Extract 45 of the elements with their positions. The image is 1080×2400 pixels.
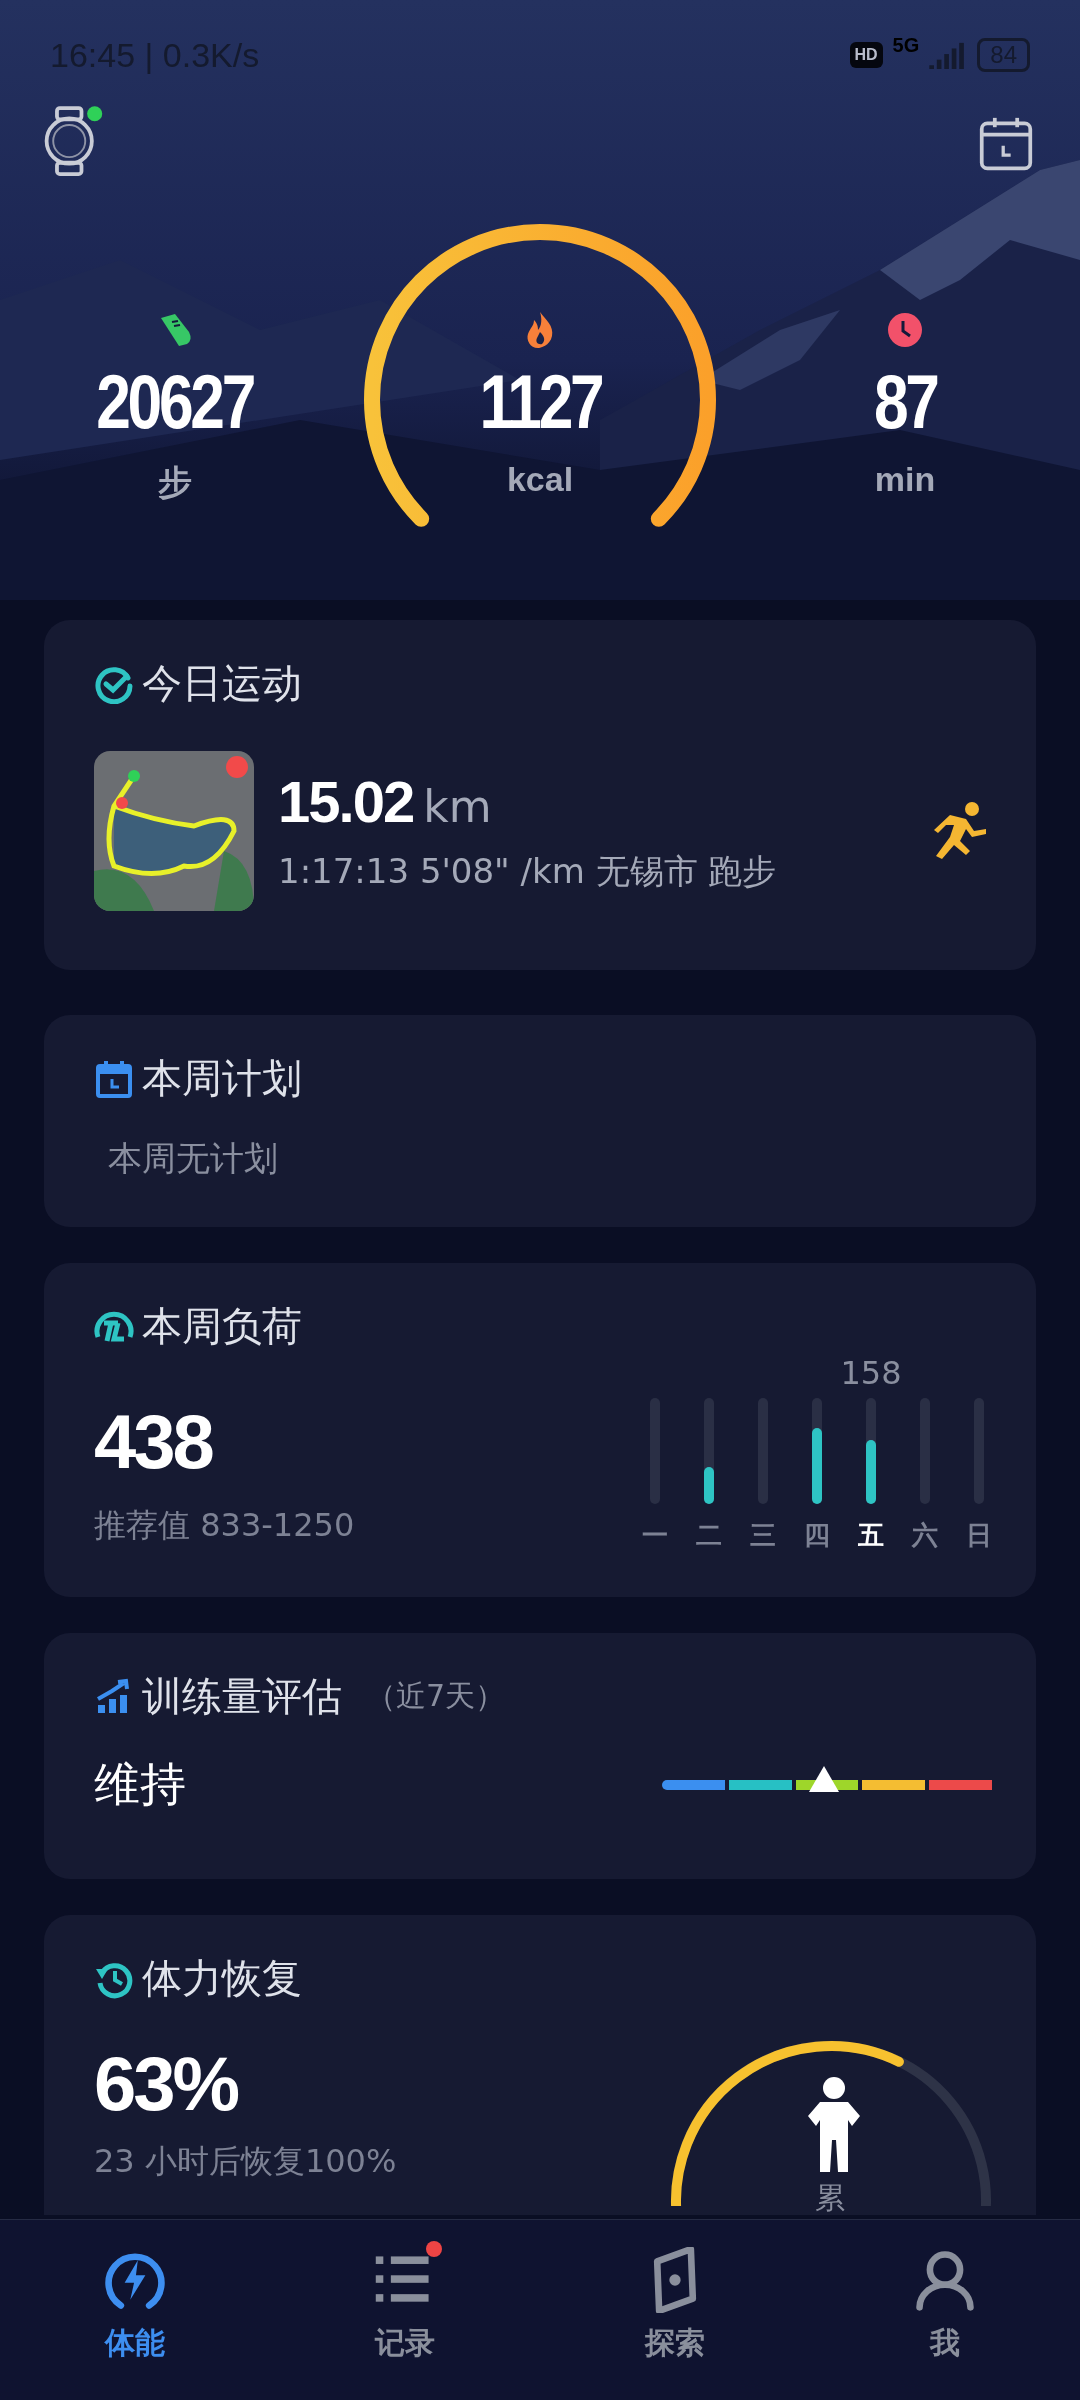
day-label[interactable]: 五 (858, 1518, 884, 1553)
calendar-icon[interactable] (978, 116, 1034, 172)
card-title: 训练量评估 (142, 1672, 342, 1721)
training-card[interactable]: 训练量评估 （近7天） 维持 (44, 1633, 1036, 1879)
fatigue-label: 累 (815, 2179, 845, 2217)
recovery-time: 23 小时后恢复100% (94, 2141, 397, 2182)
load-value: 438 (94, 1404, 214, 1480)
day-label[interactable]: 一 (642, 1518, 668, 1553)
training-status: 维持 (94, 1756, 186, 1813)
recovery-card[interactable]: 体力恢复 63% 23 小时后恢复100% 累 (44, 1915, 1036, 2215)
load-card[interactable]: 本周负荷 438 推荐值 833-1250 一 二 三 四 158 五 六 日 (44, 1263, 1036, 1597)
day-label[interactable]: 六 (912, 1518, 938, 1553)
day-label[interactable]: 三 (750, 1518, 776, 1553)
workout-card[interactable]: 今日运动 15.02 km 1:17:13 5'08" /km 无锡市 跑步 (44, 620, 1036, 970)
clock-icon (885, 310, 925, 350)
period-label: （近7天） (366, 1677, 506, 1715)
card-title: 今日运动 (142, 659, 302, 708)
recovery-value: 63% (94, 2046, 239, 2122)
nav-tab[interactable]: 记录 (310, 2234, 500, 2376)
stat-value: 20627 (96, 364, 254, 440)
workout-details: 1:17:13 5'08" /km 无锡市 跑步 (278, 849, 778, 893)
stat-unit: 步 (158, 462, 192, 503)
day-label[interactable]: 四 (804, 1518, 830, 1553)
plan-status: 本周无计划 (108, 1137, 279, 1180)
plan-card[interactable]: 本周计划 本周无计划 (44, 1015, 1036, 1227)
day-label[interactable]: 二 (696, 1518, 722, 1553)
marker-icon (809, 1766, 839, 1792)
bar-value: 158 (840, 1354, 902, 1394)
card-title: 体力恢复 (142, 1954, 302, 2003)
nav-tab[interactable]: 我 (850, 2234, 1040, 2376)
nav-tab[interactable]: 体能 (40, 2234, 230, 2376)
stat-value: 87 (873, 364, 937, 440)
day-label[interactable]: 日 (966, 1518, 992, 1553)
stat-value: 1127 (478, 364, 602, 440)
network-type: 5G (892, 34, 920, 57)
distance-unit: km (423, 780, 492, 832)
calendar-icon (94, 1058, 134, 1099)
recommended-range: 推荐值 833-1250 (94, 1505, 355, 1546)
stat-unit: kcal (506, 460, 574, 499)
nav-tab[interactable]: 探索 (580, 2234, 770, 2376)
hd-badge: HD (849, 42, 883, 68)
stat-unit: min (874, 460, 936, 499)
card-title: 本周负荷 (142, 1302, 302, 1351)
distance-value: 15.02 (278, 767, 414, 835)
card-title: 本周计划 (142, 1054, 302, 1103)
